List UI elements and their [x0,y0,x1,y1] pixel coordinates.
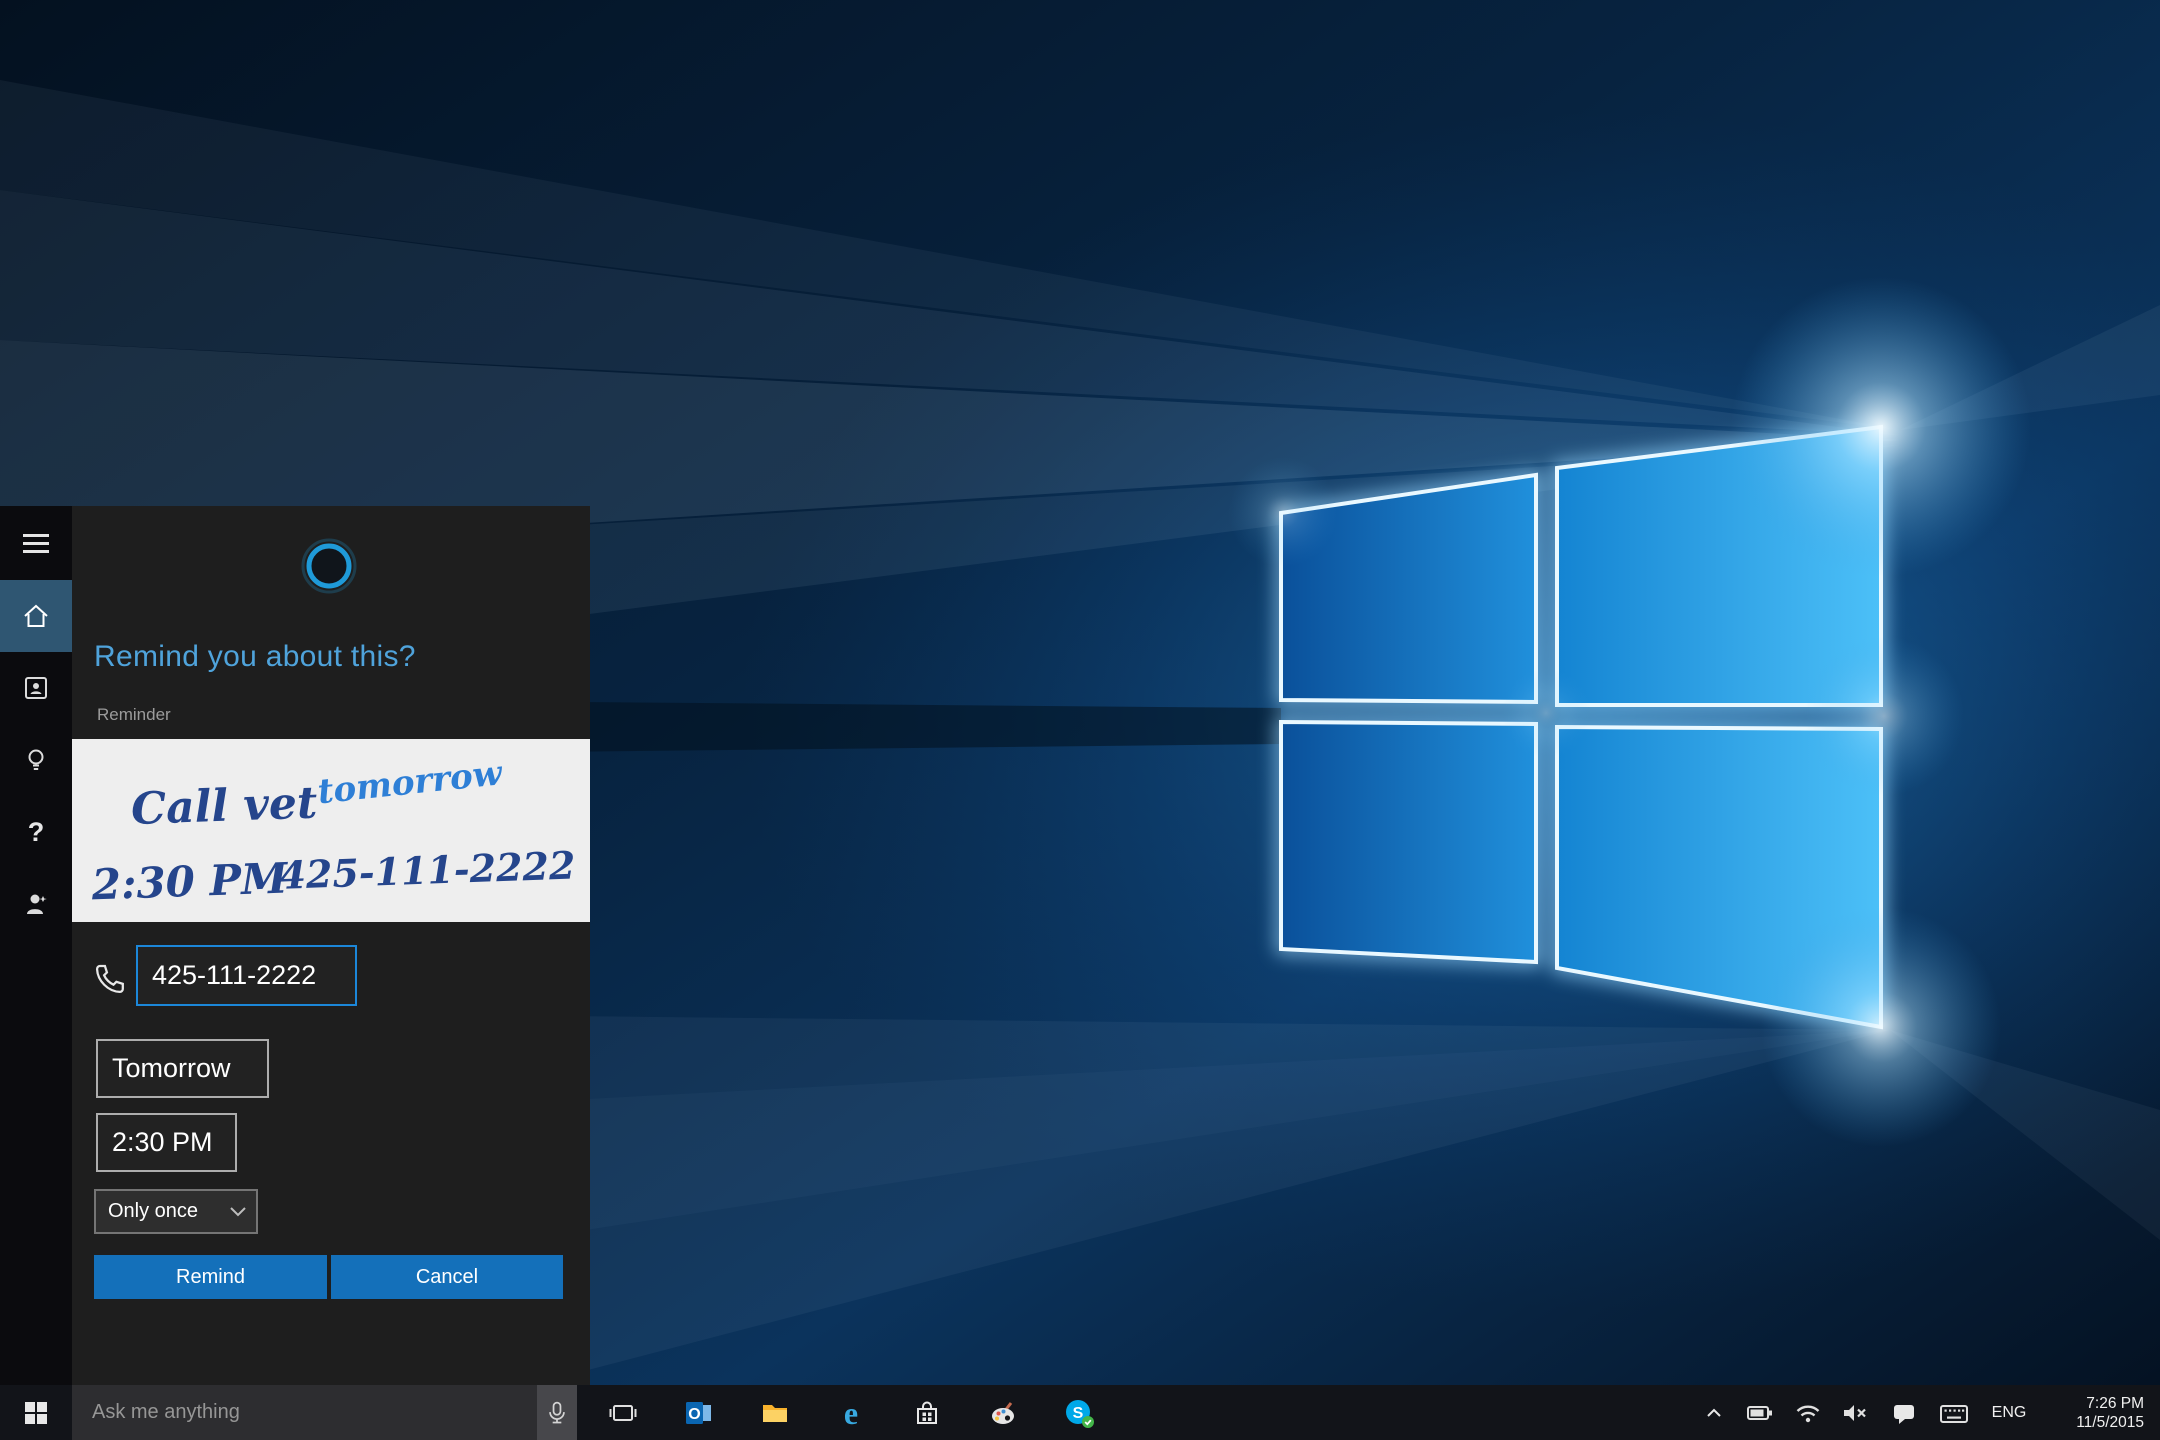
reminder-heading: Remind you about this? [94,640,416,674]
cortana-sidebar: ? [0,506,72,1385]
home-icon [22,602,50,630]
reminder-type-label: Reminder [97,705,171,725]
taskbar-app-skype[interactable]: S [1041,1385,1117,1440]
ink-text-tomorrow: tomorrow [316,753,506,812]
tray-overflow-button[interactable] [1692,1385,1736,1440]
ink-text-time: 2:30 PM [90,854,290,910]
sidebar-item-notebook[interactable] [0,652,72,724]
taskbar: O e [0,1385,2160,1440]
sidebar-item-home[interactable] [0,580,72,652]
svg-text:O: O [688,1406,700,1423]
microphone-icon [544,1399,570,1427]
hamburger-icon [23,529,49,558]
cortana-panel: ? Remind you about this? Reminder [0,506,590,1385]
chevron-down-icon [230,1207,246,1217]
help-icon: ? [28,817,45,848]
taskbar-app-paint[interactable] [965,1385,1041,1440]
search-input[interactable] [72,1385,537,1440]
cortana-logo-icon [299,536,359,596]
system-tray: ENG 7:26 PM 11/5/2015 [1692,1385,2146,1440]
phone-icon [93,962,127,996]
cancel-button[interactable]: Cancel [331,1255,563,1299]
desktop: ? Remind you about this? Reminder [0,0,2160,1440]
language-indicator[interactable]: ENG [1980,1385,2038,1440]
clock-time: 7:26 PM [2086,1394,2144,1413]
taskbar-app-file-explorer[interactable] [737,1385,813,1440]
paint-palette-icon [988,1398,1018,1428]
lightbulb-icon [22,746,50,774]
mic-button[interactable] [537,1385,577,1440]
taskbar-app-outlook[interactable]: O [661,1385,737,1440]
menu-button[interactable] [0,506,72,580]
touch-keyboard-button[interactable] [1928,1385,1980,1440]
network-status[interactable] [1784,1385,1832,1440]
sidebar-item-feedback[interactable] [0,868,72,940]
cortana-body: Remind you about this? Reminder Call vet… [72,506,590,1385]
reminder-time-field[interactable]: 2:30 PM [96,1113,237,1172]
feedback-person-icon [22,890,50,918]
ink-text-phone: 425-111-2222 [279,843,576,898]
handwriting-note: Call vet tomorrow 2:30 PM 425-111-2222 [72,739,590,922]
battery-icon [1745,1398,1775,1428]
remind-button[interactable]: Remind [94,1255,327,1299]
svg-text:S: S [1073,1405,1084,1422]
task-view-button[interactable] [585,1385,661,1440]
chat-bubble-icon [1889,1398,1919,1428]
ink-text-call-vet: Call vet [130,777,318,834]
speaker-muted-icon [1841,1398,1871,1428]
cortana-search-box [72,1385,577,1440]
volume-status[interactable] [1832,1385,1880,1440]
clock-date: 11/5/2015 [2076,1413,2144,1432]
svg-text:e: e [844,1396,858,1430]
file-explorer-icon [760,1398,790,1428]
keyboard-icon [1938,1398,1970,1428]
reminder-date-field[interactable]: Tomorrow [96,1039,269,1098]
battery-status[interactable] [1736,1385,1784,1440]
notebook-icon [22,674,50,702]
recurrence-dropdown[interactable]: Only once [94,1189,258,1234]
task-view-icon [608,1398,638,1428]
clock[interactable]: 7:26 PM 11/5/2015 [2038,1385,2146,1440]
wifi-icon [1793,1398,1823,1428]
skype-icon: S [1063,1397,1095,1429]
start-button[interactable] [0,1385,72,1440]
windows-logo-icon [23,1400,49,1426]
taskbar-apps: O e [585,1385,1117,1440]
sidebar-item-help[interactable]: ? [0,796,72,868]
edge-icon: e [834,1396,868,1430]
store-icon [912,1398,942,1428]
action-center-button[interactable] [1880,1385,1928,1440]
taskbar-app-store[interactable] [889,1385,965,1440]
sidebar-item-reminders[interactable] [0,724,72,796]
outlook-icon: O [684,1398,714,1428]
chevron-up-icon [1699,1398,1729,1428]
recurrence-value: Only once [108,1200,198,1223]
phone-number-field[interactable]: 425-111-2222 [136,945,357,1006]
taskbar-app-edge[interactable]: e [813,1385,889,1440]
